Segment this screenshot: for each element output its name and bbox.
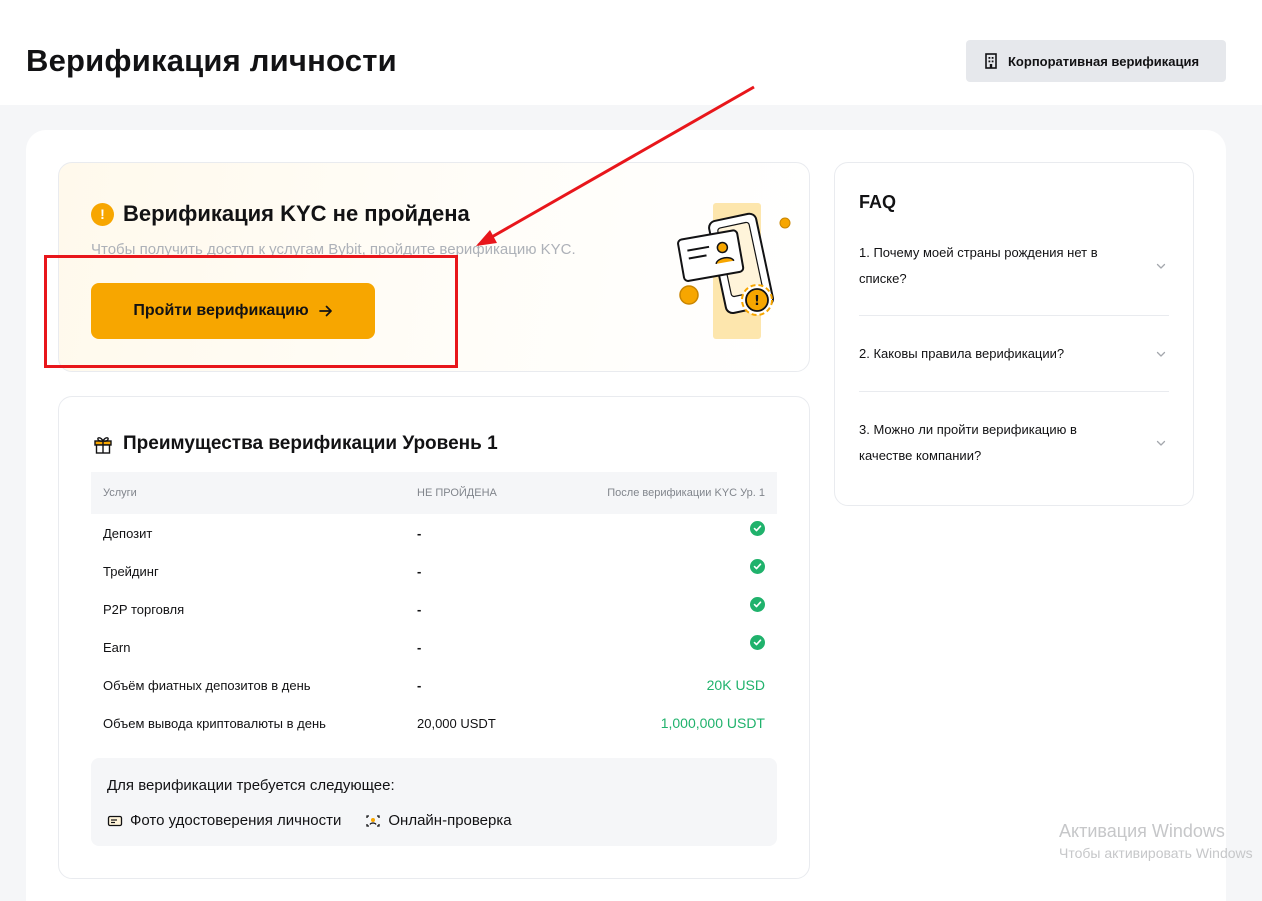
faq-divider: [859, 315, 1169, 316]
requirement-label: Онлайн-проверка: [388, 812, 512, 829]
requirement-label: Фото удостоверения личности: [130, 812, 342, 829]
face-scan-icon: [365, 814, 381, 828]
service-name: Объем вывода криптовалюты в день: [103, 715, 326, 731]
check-circle-icon: [750, 634, 765, 650]
table-row: Earn -: [91, 628, 777, 666]
chevron-down-icon: [1155, 260, 1167, 272]
kyc-status-card: ! Верификация KYC не пройдена Чтобы полу…: [58, 162, 810, 372]
id-card-icon: [107, 814, 123, 828]
page-title: Верификация личности: [26, 43, 397, 78]
kyc-status-title: Верификация KYC не пройдена: [123, 201, 470, 226]
service-name: P2P торговля: [103, 601, 185, 617]
kyc-status-subtitle: Чтобы получить доступ к услугам Bybit, п…: [91, 241, 576, 258]
svg-text:!: !: [754, 294, 760, 309]
requirement-item: Фото удостоверения личности: [107, 812, 341, 829]
requirement-item: Онлайн-проверка: [365, 812, 512, 829]
service-name: Earn: [103, 639, 131, 655]
faq-question: 2. Каковы правила верификации?: [859, 346, 1065, 361]
chevron-down-icon: [1155, 348, 1167, 360]
benefits-card: Преимущества верификации Уровень 1 Услуг…: [58, 396, 810, 879]
table-row: Объем вывода криптовалюты в день 20,000 …: [91, 704, 777, 742]
gift-icon: [93, 434, 113, 454]
faq-item[interactable]: 1. Почему моей страны рождения нет в спи…: [859, 240, 1169, 292]
service-name: Депозит: [103, 525, 153, 541]
corporate-verification-label: Корпоративная верификация: [1008, 53, 1200, 69]
arrow-right-icon: [318, 305, 333, 317]
requirements-box: Для верификации требуется следующее: Фот…: [91, 758, 777, 846]
faq-card: FAQ 1. Почему моей страны рождения нет в…: [834, 162, 1194, 506]
faq-question: 3. Можно ли пройти верификацию в качеств…: [859, 422, 1077, 463]
current-value: -: [417, 601, 422, 617]
current-value: -: [417, 639, 422, 655]
check-circle-icon: [750, 596, 765, 612]
table-row: Объём фиатных депозитов в день - 20K USD: [91, 666, 777, 704]
table-row: Трейдинг -: [91, 552, 777, 590]
column-header-after: После верификации KYC Ур. 1: [607, 487, 765, 499]
benefits-table: Услуги НЕ ПРОЙДЕНА После верификации KYC…: [91, 472, 777, 742]
benefits-title: Преимущества верификации Уровень 1: [123, 433, 498, 454]
current-value: -: [417, 525, 422, 541]
table-row: Депозит -: [91, 514, 777, 552]
after-value: 1,000,000 USDT: [660, 715, 765, 731]
after-value: 20K USD: [706, 677, 765, 693]
faq-title: FAQ: [859, 192, 897, 212]
id-verification-illustration: !: [669, 203, 799, 343]
table-row: P2P торговля -: [91, 590, 777, 628]
service-name: Трейдинг: [103, 563, 159, 579]
corporate-verification-button[interactable]: Корпоративная верификация: [966, 40, 1226, 82]
start-verification-button[interactable]: Пройти верификацию: [91, 283, 375, 339]
page-header: Верификация личности Корпоративная вериф…: [0, 0, 1262, 105]
current-value: -: [417, 563, 422, 579]
table-header: Услуги НЕ ПРОЙДЕНА После верификации KYC…: [91, 472, 777, 514]
current-value: -: [417, 677, 422, 693]
start-verification-label: Пройти верификацию: [133, 302, 309, 319]
check-circle-icon: [750, 558, 765, 574]
requirements-title: Для верификации требуется следующее:: [107, 777, 395, 794]
column-header-current: НЕ ПРОЙДЕНА: [417, 487, 497, 499]
faq-question: 1. Почему моей страны рождения нет в спи…: [859, 245, 1098, 286]
current-value: 20,000 USDT: [417, 715, 496, 731]
warning-icon: !: [91, 202, 114, 226]
check-circle-icon: [750, 520, 765, 536]
faq-item[interactable]: 3. Можно ли пройти верификацию в качеств…: [859, 417, 1169, 469]
faq-item[interactable]: 2. Каковы правила верификации?: [859, 341, 1169, 367]
building-icon: [984, 53, 998, 69]
chevron-down-icon: [1155, 437, 1167, 449]
column-header-services: Услуги: [103, 487, 137, 499]
service-name: Объём фиатных депозитов в день: [103, 677, 311, 693]
faq-divider: [859, 391, 1169, 392]
